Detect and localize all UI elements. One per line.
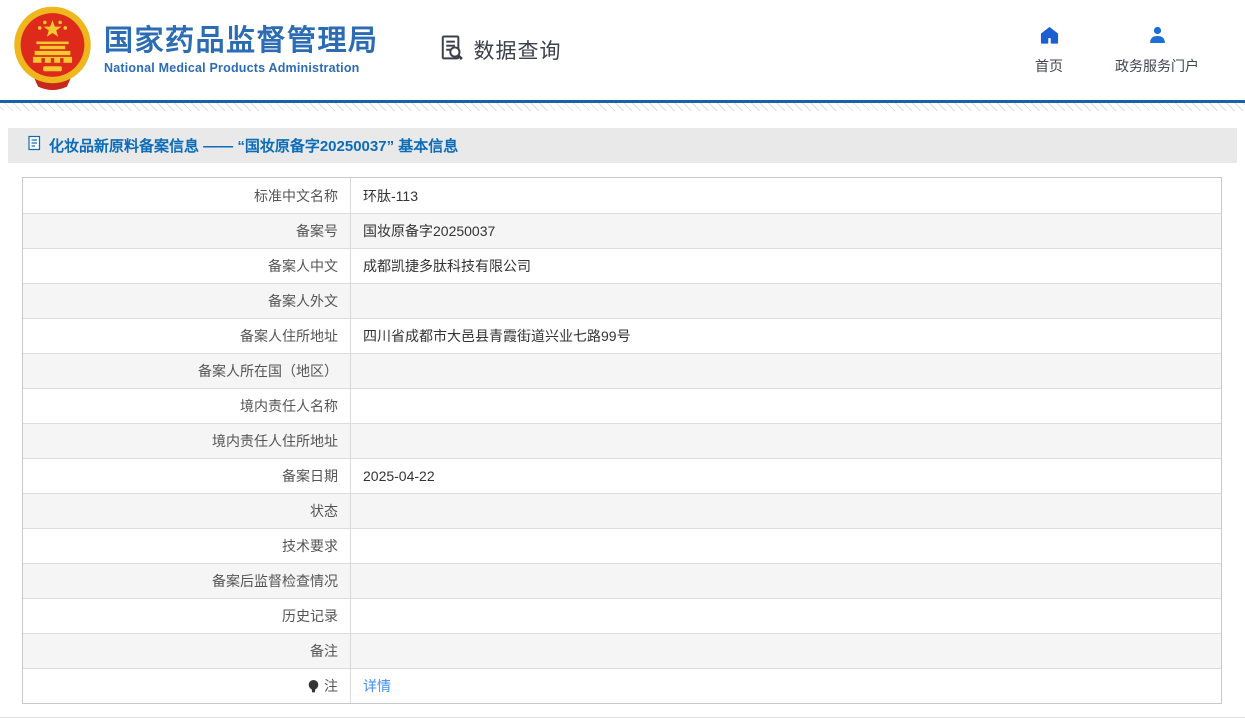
data-query-icon: [437, 33, 467, 68]
row-label: 备案号: [23, 214, 351, 248]
row-value: 成都凯捷多肽科技有限公司: [363, 258, 531, 274]
table-row: 备案日期 2025-04-22: [23, 458, 1221, 493]
table-row: 境内责任人住所地址: [23, 423, 1221, 458]
row-value: [351, 529, 1221, 563]
row-value: 详情: [351, 669, 1221, 703]
footer-divider-line: [0, 717, 1245, 718]
home-icon: [1039, 25, 1060, 51]
row-value: [351, 354, 1221, 388]
table-row: 技术要求: [23, 528, 1221, 563]
table-row: 境内责任人名称: [23, 388, 1221, 423]
user-icon: [1147, 25, 1168, 51]
row-label: 境内责任人住所地址: [23, 424, 351, 458]
row-value: [351, 634, 1221, 668]
row-label-text: 备案人住所地址: [240, 328, 338, 344]
org-name-cn: 国家药品监督管理局: [104, 24, 379, 57]
nav-portal[interactable]: 政务服务门户: [1115, 25, 1199, 76]
row-label-text: 注: [324, 678, 338, 694]
row-value: [351, 389, 1221, 423]
site-header: 国家药品监督管理局 National Medical Products Admi…: [0, 0, 1245, 100]
row-label-text: 境内责任人名称: [240, 398, 338, 414]
row-label: 备案人外文: [23, 284, 351, 318]
table-row: 备案后监督检查情况: [23, 563, 1221, 598]
row-label: 境内责任人名称: [23, 389, 351, 423]
nav-portal-label: 政务服务门户: [1115, 57, 1199, 74]
detail-link[interactable]: 详情: [363, 676, 391, 696]
row-label: 备案人住所地址: [23, 319, 351, 353]
row-label: 备案人中文: [23, 249, 351, 283]
row-label: 备注: [23, 634, 351, 668]
org-name-en: National Medical Products Administration: [104, 61, 360, 76]
top-nav: 首页 政务服务门户: [1035, 25, 1199, 76]
table-row: 备案人外文: [23, 283, 1221, 318]
table-row: 标准中文名称 环肽-113: [23, 178, 1221, 213]
row-label-text: 备案日期: [282, 468, 338, 484]
row-label-text: 备案号: [296, 223, 338, 239]
row-label: 备案人所在国（地区）: [23, 354, 351, 388]
row-value: [351, 599, 1221, 633]
document-icon: [27, 135, 42, 156]
table-row: 备案号 国妆原备字20250037: [23, 213, 1221, 248]
table-row: 备案人所在国（地区）: [23, 353, 1221, 388]
row-value: [351, 284, 1221, 318]
page-title-bar: 化妆品新原料备案信息 —— “国妆原备字20250037” 基本信息: [8, 128, 1237, 163]
page-title: 化妆品新原料备案信息 —— “国妆原备字20250037” 基本信息: [49, 138, 459, 155]
row-label: 标准中文名称: [23, 178, 351, 213]
row-label-text: 境内责任人住所地址: [212, 433, 338, 449]
table-row: 备注: [23, 633, 1221, 668]
main-content: 化妆品新原料备案信息 —— “国妆原备字20250037” 基本信息 标准中文名…: [0, 128, 1245, 704]
row-label-text: 备案人所在国（地区）: [198, 363, 338, 379]
row-value: 环肽-113: [363, 187, 418, 204]
row-value: [351, 564, 1221, 598]
nav-home-label: 首页: [1035, 57, 1063, 74]
row-label: 历史记录: [23, 599, 351, 633]
row-label-text: 标准中文名称: [254, 187, 338, 204]
nmpa-emblem-icon: [10, 5, 95, 95]
row-label-text: 备注: [310, 643, 338, 659]
row-label: 技术要求: [23, 529, 351, 563]
row-value: 四川省成都市大邑县青霞街道兴业七路99号: [363, 328, 631, 344]
nav-home[interactable]: 首页: [1035, 25, 1063, 76]
row-value: 2025-04-22: [363, 468, 435, 484]
row-label-text: 技术要求: [282, 538, 338, 554]
row-label-text: 历史记录: [282, 608, 338, 624]
data-query-label: 数据查询: [473, 40, 562, 63]
data-query-section[interactable]: 数据查询: [437, 33, 562, 68]
row-value: [351, 494, 1221, 528]
row-label-text: 备案人外文: [268, 293, 338, 309]
table-row: 备案人中文 成都凯捷多肽科技有限公司: [23, 248, 1221, 283]
row-value: [351, 424, 1221, 458]
table-row: 备案人住所地址 四川省成都市大邑县青霞街道兴业七路99号: [23, 318, 1221, 353]
brand-logo[interactable]: 国家药品监督管理局 National Medical Products Admi…: [10, 5, 379, 95]
table-row: 状态: [23, 493, 1221, 528]
row-label-text: 状态: [310, 503, 338, 519]
info-table: 标准中文名称 环肽-113 备案号 国妆原备字20250037 备案人中文 成都凯捷多肽科…: [22, 177, 1222, 704]
row-label: 备案后监督检查情况: [23, 564, 351, 598]
row-value: 国妆原备字20250037: [363, 223, 496, 239]
hatch-strip: [0, 103, 1245, 111]
row-label: 注: [23, 669, 351, 703]
bulb-icon: [308, 679, 319, 692]
row-label: 状态: [23, 494, 351, 528]
row-label-text: 备案后监督检查情况: [212, 573, 338, 589]
row-label-text: 备案人中文: [268, 258, 338, 274]
table-row: 注 详情: [23, 668, 1221, 703]
table-row: 历史记录: [23, 598, 1221, 633]
row-label: 备案日期: [23, 459, 351, 493]
